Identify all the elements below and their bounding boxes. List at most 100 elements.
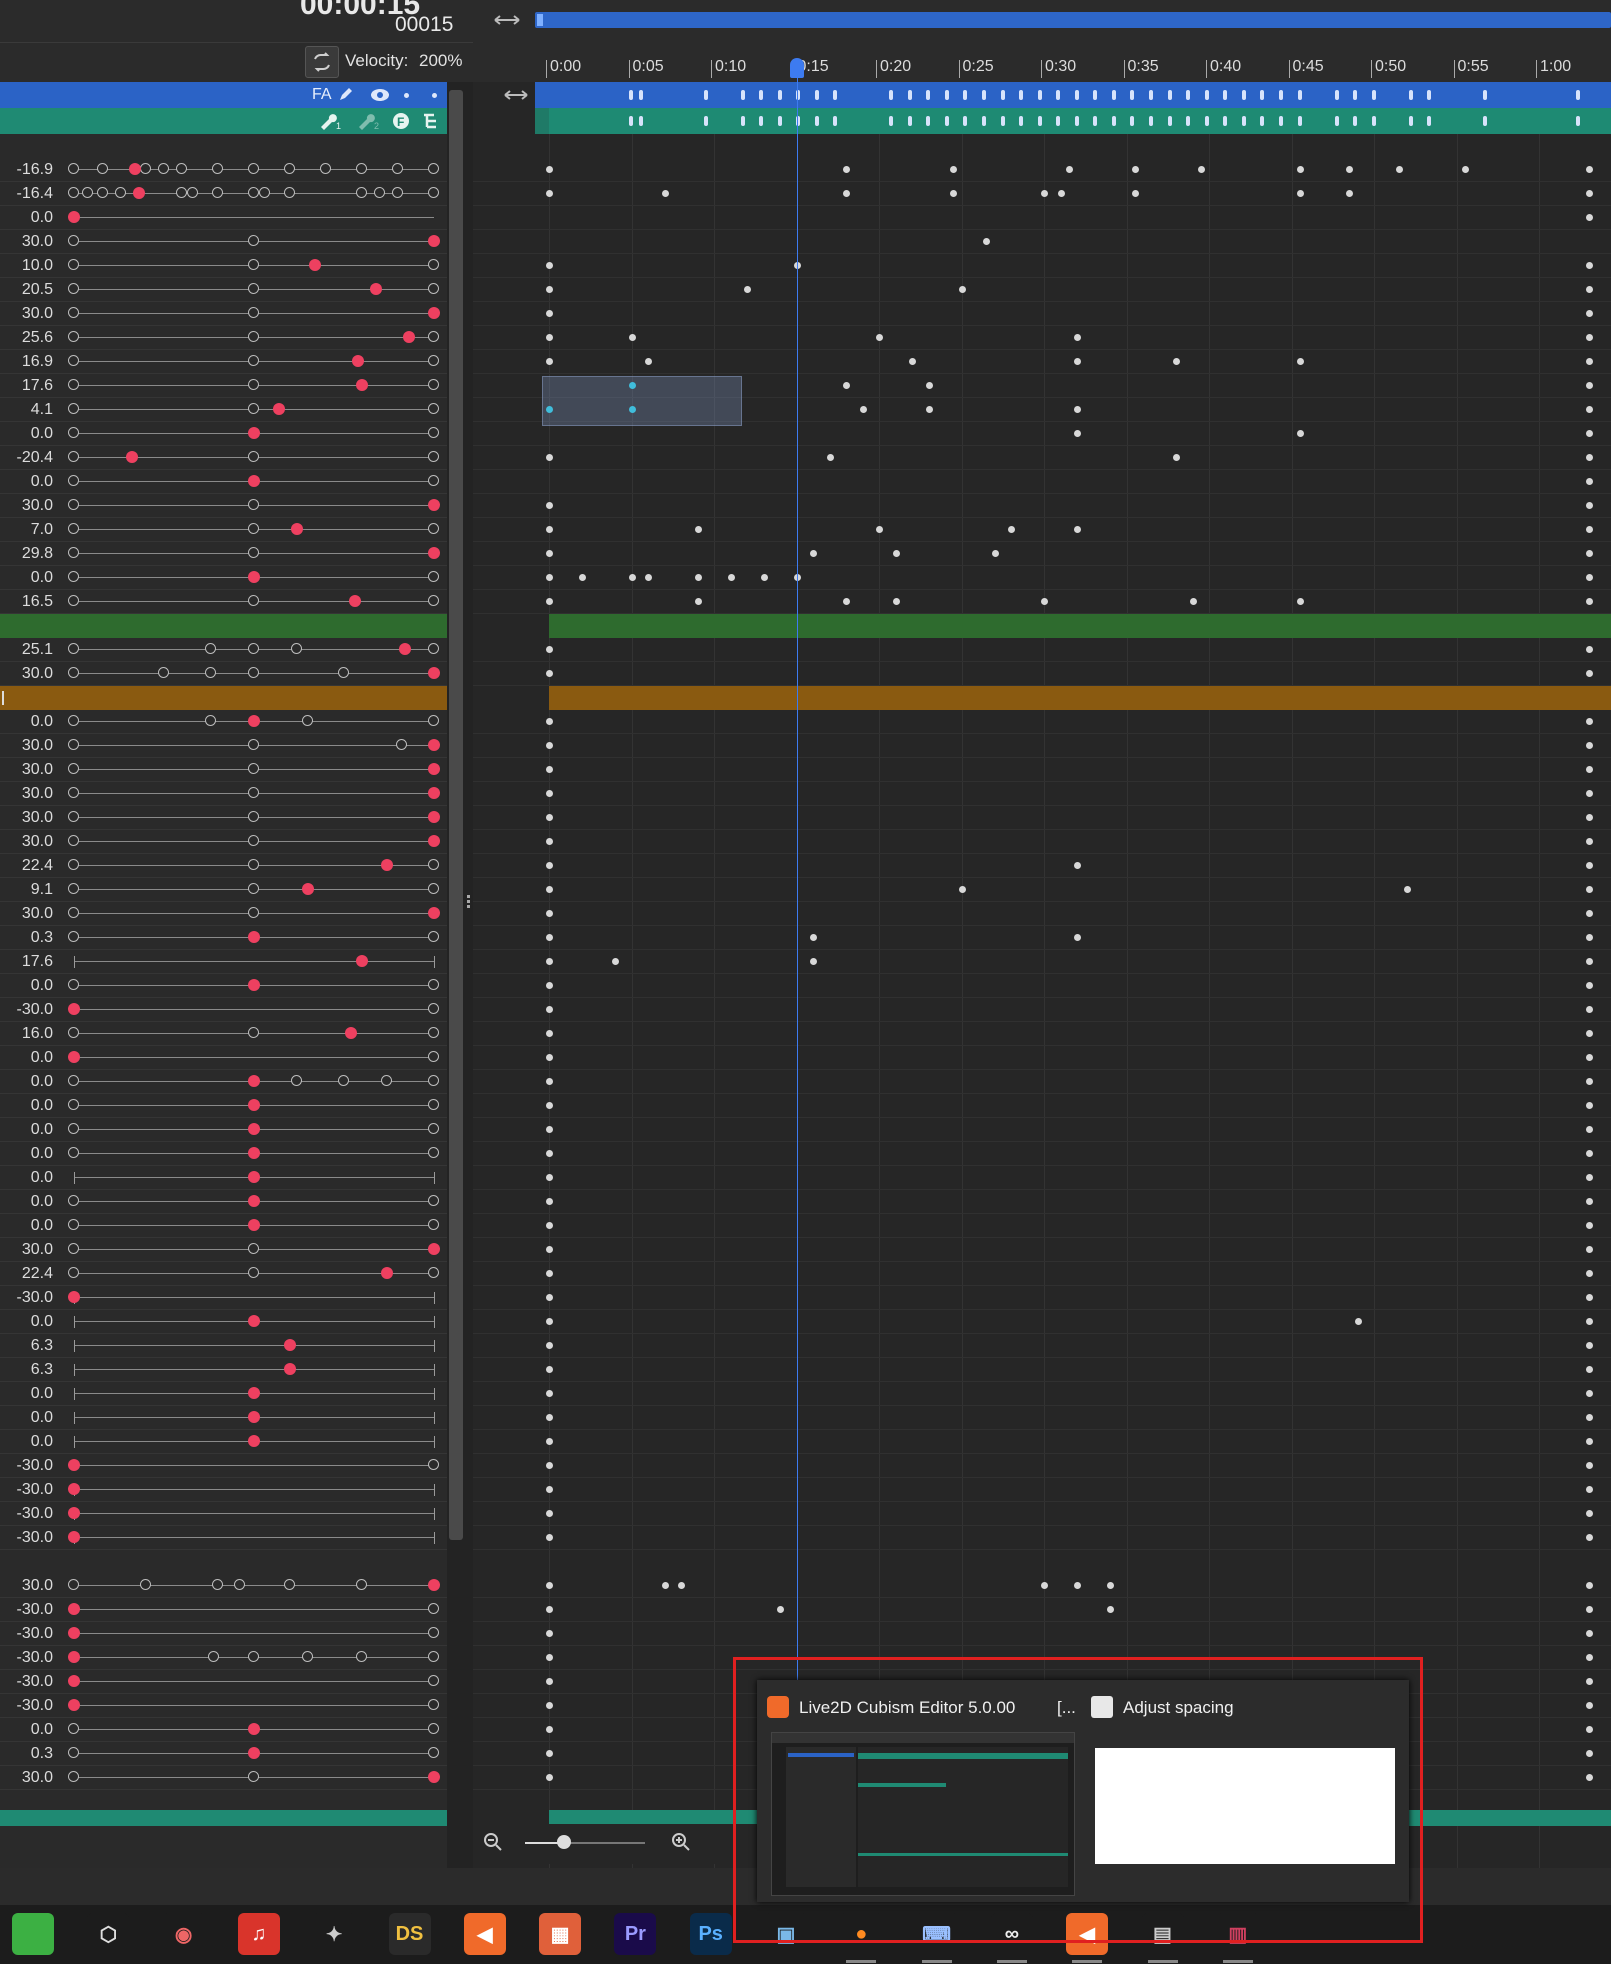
param-current-value-marker[interactable] xyxy=(248,931,260,943)
param-row[interactable]: -30.0 xyxy=(0,1286,447,1310)
band-keyframe-marker[interactable] xyxy=(638,116,643,126)
param-row[interactable]: 30.0 xyxy=(0,230,447,254)
timeline-keyframe-dot[interactable] xyxy=(546,1198,553,1205)
param-keyform[interactable] xyxy=(428,979,439,990)
band-keyframe-marker[interactable] xyxy=(963,90,968,100)
param-current-value-marker[interactable] xyxy=(428,787,440,799)
timeline-keyframe-dot[interactable] xyxy=(1057,190,1065,197)
param-value[interactable]: 30.0 xyxy=(0,1769,53,1787)
param-current-value-marker[interactable] xyxy=(68,1699,80,1711)
param-current-value-marker[interactable] xyxy=(132,187,145,199)
timeline-keyframe-dot[interactable] xyxy=(546,1702,553,1709)
timeline-keyframe-dot[interactable] xyxy=(546,1390,553,1397)
param-row[interactable]: -20.4 xyxy=(0,446,447,470)
param-keyform[interactable] xyxy=(428,355,439,366)
band-keyframe-marker[interactable] xyxy=(814,116,819,126)
timeline-keyframe-dot[interactable] xyxy=(628,574,636,581)
param-value[interactable]: -30.0 xyxy=(0,1673,53,1691)
param-row[interactable]: 0.0 xyxy=(0,1070,447,1094)
timeline-keyframe-dot[interactable] xyxy=(1585,982,1593,989)
param-row[interactable]: 0.0 xyxy=(0,566,447,590)
param-value[interactable]: -30.0 xyxy=(0,1649,53,1667)
timeline-keyframe-dot[interactable] xyxy=(958,886,966,893)
param-row[interactable]: 30.0 xyxy=(0,1238,447,1262)
timeline-row[interactable] xyxy=(473,182,1611,206)
color-wheel-icon[interactable]: ◉ xyxy=(162,1913,205,1955)
param-current-value-marker[interactable] xyxy=(370,283,383,295)
param-current-value-marker[interactable] xyxy=(248,1435,260,1447)
timeline-keyframe-dot[interactable] xyxy=(909,358,916,365)
param-current-value-marker[interactable] xyxy=(428,739,440,751)
param-keyform[interactable] xyxy=(428,1099,439,1110)
param-keyform[interactable] xyxy=(233,1579,245,1590)
timeline-row[interactable] xyxy=(473,1142,1611,1166)
timeline-row[interactable] xyxy=(473,1310,1611,1334)
param-current-value-marker[interactable] xyxy=(68,1483,80,1495)
param-slider-track[interactable] xyxy=(74,1681,434,1682)
param-value[interactable]: 0.0 xyxy=(0,569,53,587)
param-keyform[interactable] xyxy=(140,1579,151,1590)
timeline-keyframe-dot[interactable] xyxy=(1585,862,1593,869)
param-keyform[interactable] xyxy=(428,451,439,462)
timeline-row[interactable] xyxy=(473,1478,1611,1502)
param-value[interactable]: -30.0 xyxy=(0,1001,53,1019)
param-row[interactable]: 0.0 xyxy=(0,1046,447,1070)
param-keyform[interactable] xyxy=(248,739,259,750)
param-keyform[interactable] xyxy=(68,1027,79,1038)
param-row[interactable]: 30.0 xyxy=(0,1766,447,1790)
timeline-keyframe-dot[interactable] xyxy=(1296,166,1304,173)
timeline-keyframe-dot[interactable] xyxy=(546,1006,553,1013)
param-keyform[interactable] xyxy=(204,643,216,654)
param-value[interactable]: 9.1 xyxy=(0,881,53,899)
timeline-row[interactable] xyxy=(473,926,1611,950)
param-keyform[interactable] xyxy=(96,163,108,174)
param-current-value-marker[interactable] xyxy=(356,955,368,967)
param-keyform[interactable] xyxy=(248,355,259,366)
band-keyframe-marker[interactable] xyxy=(703,90,708,100)
param-keyform[interactable] xyxy=(428,1651,439,1662)
param-current-value-marker[interactable] xyxy=(248,1075,260,1087)
timeline-keyframe-dot[interactable] xyxy=(1585,454,1593,461)
param-slider-track[interactable] xyxy=(74,1369,434,1370)
frame-icon[interactable]: ▦ xyxy=(539,1913,582,1955)
param-keyform[interactable] xyxy=(68,1195,79,1206)
param-keyform[interactable] xyxy=(428,1075,439,1086)
param-value[interactable]: 0.0 xyxy=(0,1409,53,1427)
band-keyframe-marker[interactable] xyxy=(1241,90,1246,100)
param-keyform[interactable] xyxy=(356,187,367,198)
timeline-keyframe-dot[interactable] xyxy=(546,838,553,845)
param-row[interactable]: 25.1 xyxy=(0,638,447,662)
timeline-keyframe-dot[interactable] xyxy=(546,766,553,773)
param-keyform[interactable] xyxy=(114,187,126,198)
timeline-keyframe-dot[interactable] xyxy=(1296,598,1304,605)
band-keyframe-marker[interactable] xyxy=(1037,116,1042,126)
param-keyform[interactable] xyxy=(68,643,79,654)
timeline-keyframe-dot[interactable] xyxy=(727,574,735,581)
timeline-keyframe-dot[interactable] xyxy=(1041,1582,1048,1589)
timeline-keyframe-dot[interactable] xyxy=(876,334,883,341)
timeline-keyframe-dot[interactable] xyxy=(694,598,702,605)
param-keyform[interactable] xyxy=(248,403,259,414)
param-value[interactable]: 10.0 xyxy=(0,257,53,275)
timeline-keyframe-dot[interactable] xyxy=(744,286,751,293)
param-keyform[interactable] xyxy=(68,379,79,390)
param-row[interactable]: 4.1 xyxy=(0,398,447,422)
param-current-value-marker[interactable] xyxy=(129,163,142,175)
timeline-row[interactable] xyxy=(473,1454,1611,1478)
param-current-value-marker[interactable] xyxy=(284,1363,296,1375)
timeline-keyframe-dot[interactable] xyxy=(612,958,619,965)
param-value[interactable]: -30.0 xyxy=(0,1457,53,1475)
timeline-keyframe-dot[interactable] xyxy=(1074,934,1081,941)
band-keyframe-marker[interactable] xyxy=(963,116,968,126)
param-row[interactable]: 6.3 xyxy=(0,1334,447,1358)
timeline-keyframe-dot[interactable] xyxy=(1173,358,1180,365)
param-keyform[interactable] xyxy=(68,1123,79,1134)
timeline-keyframe-dot[interactable] xyxy=(546,358,553,365)
param-value[interactable]: 22.4 xyxy=(0,857,53,875)
param-current-value-marker[interactable] xyxy=(248,1315,260,1327)
param-keyform[interactable] xyxy=(248,763,259,774)
param-keyform[interactable] xyxy=(176,163,187,174)
timeline-row[interactable] xyxy=(473,1598,1611,1622)
timeline-keyframe-dot[interactable] xyxy=(546,454,553,461)
param-current-value-marker[interactable] xyxy=(248,1219,260,1231)
